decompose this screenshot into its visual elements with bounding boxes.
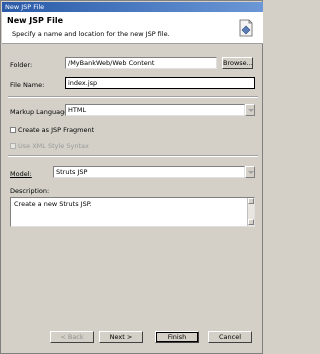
model-select[interactable]: Struts JSP — [53, 166, 245, 178]
browse-button[interactable]: Browse... — [222, 57, 253, 69]
model-label: Model: — [10, 170, 32, 178]
xml-syntax-checkbox[interactable] — [10, 143, 16, 149]
scroll-up-button[interactable] — [248, 198, 254, 204]
create-fragment-label: Create as JSP Fragment — [18, 126, 95, 134]
separator — [8, 155, 258, 157]
markup-language-dropdown-arrow[interactable] — [245, 104, 255, 116]
page-description: Specify a name and location for the new … — [12, 30, 170, 38]
markup-language-select[interactable]: HTML — [65, 104, 245, 116]
next-button[interactable]: Next > — [99, 331, 143, 343]
wizard-header: New JSP File Specify a name and location… — [2, 12, 263, 44]
folder-label: Folder: — [10, 61, 33, 69]
cancel-button[interactable]: Cancel — [208, 331, 252, 343]
description-textarea[interactable]: Create a new Struts JSP. — [10, 197, 255, 227]
folder-input[interactable]: /MyBankWeb/Web Content — [65, 57, 217, 69]
xml-syntax-label: Use XML Style Syntax — [18, 142, 89, 150]
page-title: New JSP File — [7, 16, 64, 25]
create-fragment-checkbox[interactable] — [10, 127, 16, 133]
scroll-down-button[interactable] — [248, 219, 254, 225]
description-scrollbar[interactable] — [247, 198, 254, 226]
finish-button[interactable]: Finish — [155, 331, 199, 343]
description-label: Description: — [10, 187, 50, 195]
new-jsp-file-dialog: New JSP File New JSP File Specify a name… — [0, 0, 263, 354]
back-button[interactable]: < Back — [50, 331, 94, 343]
model-dropdown-arrow[interactable] — [245, 166, 255, 178]
window-title: New JSP File — [2, 2, 263, 12]
markup-language-label: Markup Language: — [10, 108, 71, 116]
description-text: Create a new Struts JSP. — [14, 200, 92, 208]
file-name-input[interactable]: index.jsp — [65, 77, 255, 89]
jsp-file-icon — [239, 19, 253, 37]
separator — [8, 96, 258, 98]
file-name-label: File Name: — [10, 81, 45, 89]
